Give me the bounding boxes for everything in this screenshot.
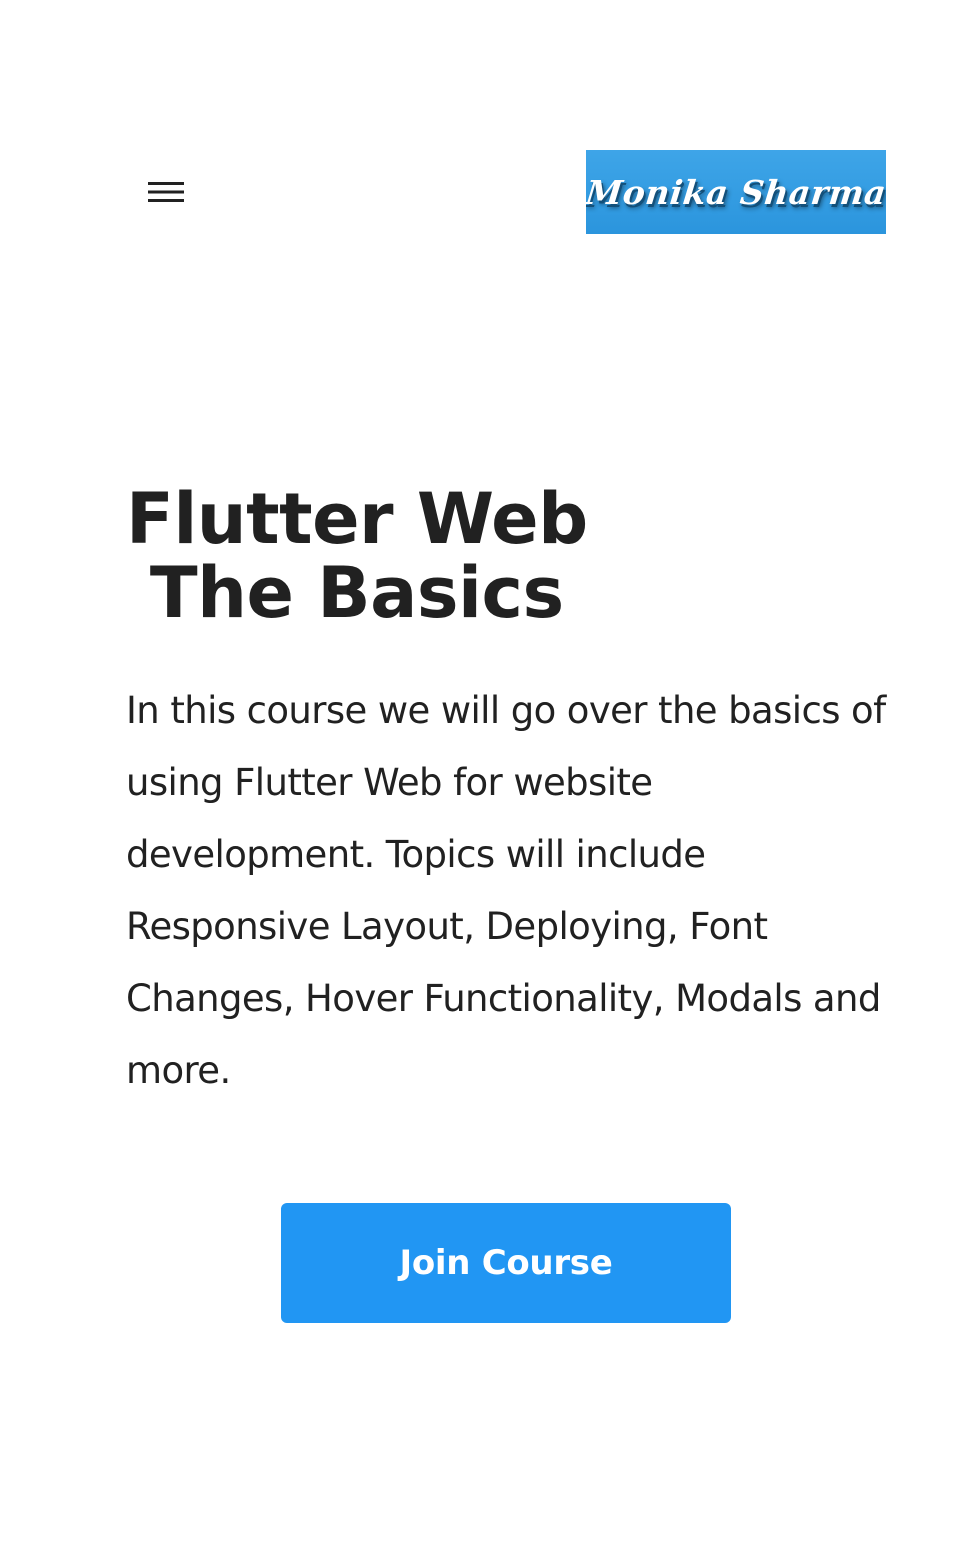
page-title-line-2: The Basics bbox=[126, 552, 564, 634]
site-logo[interactable]: Monika Sharma bbox=[586, 150, 886, 234]
menu-button[interactable] bbox=[138, 172, 194, 212]
join-course-button[interactable]: Join Course bbox=[281, 1203, 731, 1323]
logo-text: Monika Sharma bbox=[586, 172, 886, 212]
hamburger-menu-icon bbox=[147, 178, 185, 206]
course-description: In this course we will go over the basic… bbox=[126, 689, 886, 1092]
page-title-line-1: Flutter Web bbox=[126, 478, 588, 560]
page-title: Flutter Web The Basics bbox=[126, 482, 846, 630]
landing-page: Monika Sharma Flutter Web The Basics In … bbox=[0, 0, 980, 1545]
